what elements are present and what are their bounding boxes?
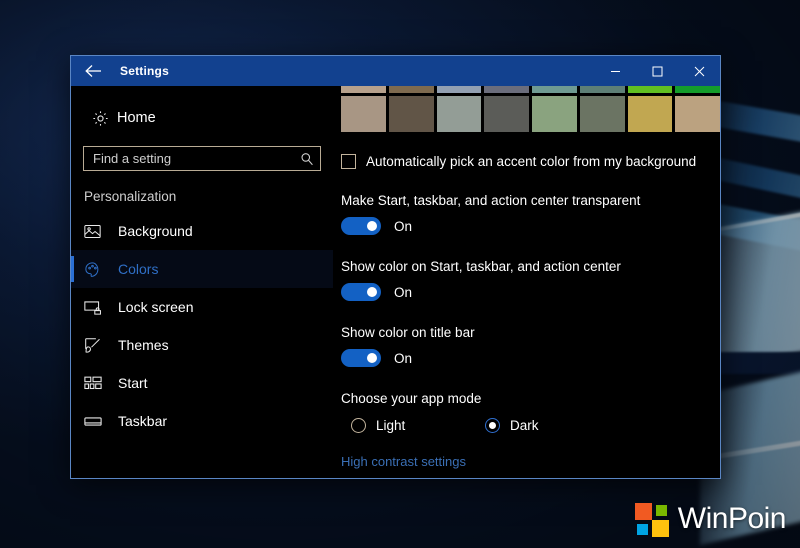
gear-icon: [83, 110, 117, 127]
desktop: Settings Home Find a setting Personaliza…: [0, 0, 800, 548]
winpoin-wordmark: WinPoin: [677, 502, 787, 535]
sidebar-item-lock-screen[interactable]: Lock screen: [71, 288, 333, 326]
transparency-label: Make Start, taskbar, and action center t…: [341, 193, 641, 208]
window-body: Home Personalization: [71, 86, 720, 478]
accent-swatch-top-5[interactable]: [579, 86, 625, 93]
show-color-start-toggle-state: On: [394, 284, 413, 300]
sidebar-item-label: Taskbar: [118, 413, 168, 429]
search-input[interactable]: [93, 151, 300, 166]
winpoin-logo-icon: [634, 502, 669, 537]
accent-swatch-3[interactable]: [484, 96, 529, 132]
sidebar-item-taskbar[interactable]: Taskbar: [71, 402, 333, 440]
winpoin-watermark: WinPoin: [634, 502, 787, 537]
accent-swatch-top-0[interactable]: [341, 86, 386, 93]
sidebar-item-start[interactable]: Start: [71, 364, 333, 402]
close-button[interactable]: [678, 56, 720, 86]
logo-square-top-right: [655, 505, 667, 516]
accent-swatch-top-1[interactable]: [388, 86, 434, 93]
search-container: [71, 146, 333, 171]
sidebar-item-label: Themes: [118, 337, 169, 353]
logo-square-bottom-left: [636, 524, 648, 535]
sidebar-item-themes[interactable]: Themes: [71, 326, 333, 364]
light-label: Light: [376, 418, 406, 433]
accent-swatch-top-4[interactable]: [532, 86, 577, 93]
light-radio[interactable]: [351, 418, 366, 433]
accent-swatch-top-3[interactable]: [484, 86, 529, 93]
auto-accent-row[interactable]: Automatically pick an accent color from …: [341, 154, 702, 169]
back-arrow-icon[interactable]: [71, 56, 116, 86]
swatch-row-clipped: [341, 86, 720, 93]
window-title: Settings: [120, 64, 169, 78]
sidebar: Home Personalization: [71, 86, 333, 478]
sidebar-item-label: Colors: [118, 261, 159, 277]
show-color-start-toggle[interactable]: [341, 283, 381, 301]
show-color-start-toggle-row[interactable]: On: [341, 283, 702, 301]
accent-swatch-top-2[interactable]: [436, 86, 482, 93]
transparency-toggle[interactable]: [341, 217, 381, 235]
accent-swatch-5[interactable]: [579, 96, 625, 132]
app-mode-label: Choose your app mode: [341, 391, 482, 406]
accent-swatch-top-7[interactable]: [675, 86, 720, 93]
toggle-knob: [367, 287, 377, 297]
accent-swatch-1[interactable]: [388, 96, 434, 132]
dark-radio[interactable]: [485, 418, 500, 433]
accent-swatch-6[interactable]: [627, 96, 673, 132]
start-tiles-icon: [84, 376, 118, 390]
palette-icon: [84, 261, 118, 278]
window-controls: [594, 56, 720, 86]
dark-label: Dark: [510, 418, 539, 433]
accent-swatch-2[interactable]: [436, 96, 482, 132]
sidebar-item-home[interactable]: Home: [71, 100, 333, 136]
app-mode-option-dark[interactable]: Dark: [475, 418, 539, 433]
app-mode-radio-group: Light Dark: [341, 418, 702, 433]
sidebar-item-colors[interactable]: Colors: [71, 250, 333, 288]
show-color-titlebar-toggle[interactable]: [341, 349, 381, 367]
main-content: Automatically pick an accent color from …: [333, 86, 720, 478]
search-box[interactable]: [83, 146, 321, 171]
accent-swatch-7[interactable]: [675, 96, 720, 132]
accent-color-swatches: [341, 86, 720, 132]
accent-swatch-top-6[interactable]: [627, 86, 673, 93]
show-color-titlebar-toggle-state: On: [394, 350, 413, 366]
show-color-titlebar-toggle-row[interactable]: On: [341, 349, 702, 367]
home-label: Home: [117, 110, 156, 126]
settings-list: Automatically pick an accent color from …: [341, 154, 720, 471]
transparency-toggle-state: On: [394, 218, 413, 234]
accent-swatch-0[interactable]: [341, 96, 386, 132]
section-title: Personalization: [84, 189, 177, 204]
taskbar-icon: [84, 416, 118, 427]
minimize-button[interactable]: [594, 56, 636, 86]
lock-screen-icon: [84, 300, 118, 315]
logo-square-bottom-right: [651, 520, 669, 537]
title-bar: Settings: [71, 56, 720, 86]
logo-square-top-left: [634, 503, 652, 520]
maximize-button[interactable]: [636, 56, 678, 86]
sidebar-item-label: Lock screen: [118, 299, 194, 315]
show-color-start-label: Show color on Start, taskbar, and action…: [341, 259, 621, 274]
transparency-toggle-row[interactable]: On: [341, 217, 702, 235]
sidebar-item-label: Background: [118, 223, 193, 239]
title-bar-drag-area[interactable]: [169, 56, 594, 86]
settings-window: Settings Home Find a setting Personaliza…: [70, 55, 721, 479]
swatch-row: [341, 96, 720, 132]
picture-icon: [84, 224, 118, 239]
app-mode-option-light[interactable]: Light: [341, 418, 475, 433]
sidebar-item-background[interactable]: Background: [71, 212, 333, 250]
show-color-titlebar-label: Show color on title bar: [341, 325, 475, 340]
brush-icon: [84, 337, 118, 354]
auto-accent-label: Automatically pick an accent color from …: [366, 154, 697, 169]
accent-swatch-4[interactable]: [532, 96, 577, 132]
high-contrast-settings-link[interactable]: High contrast settings: [341, 454, 466, 469]
toggle-knob: [367, 353, 377, 363]
toggle-knob: [367, 221, 377, 231]
sidebar-item-label: Start: [118, 375, 148, 391]
auto-accent-checkbox[interactable]: [341, 154, 356, 169]
search-icon[interactable]: [300, 152, 314, 166]
